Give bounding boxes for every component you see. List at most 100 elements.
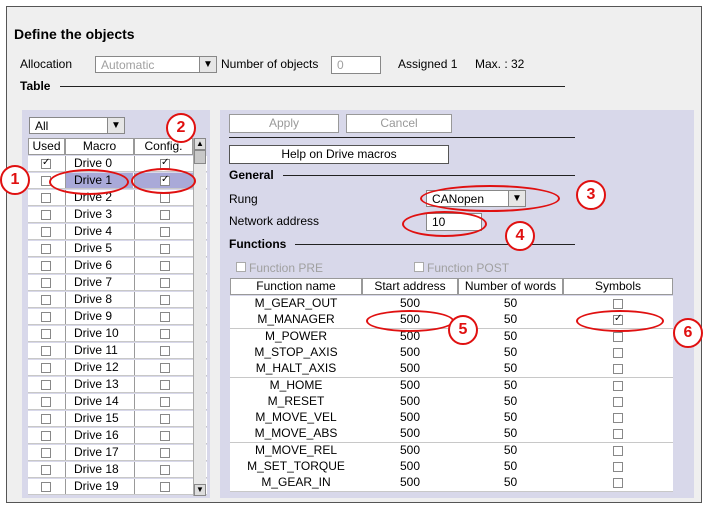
used-checkbox[interactable] (28, 462, 64, 477)
used-checkbox[interactable] (28, 275, 64, 290)
help-drive-macros-button[interactable]: Help on Drive macros (229, 145, 449, 164)
table-row[interactable]: Drive 18 (28, 462, 207, 478)
start-address[interactable]: 500 (362, 443, 458, 458)
table-row[interactable]: Drive 4 (28, 224, 207, 240)
macro-name: Drive 11 (65, 343, 133, 358)
table-row[interactable]: M_GEAR_IN 500 50 (230, 475, 673, 493)
start-address[interactable]: 500 (362, 296, 458, 311)
table-row[interactable]: Drive 14 (28, 394, 207, 410)
start-address[interactable]: 500 (362, 394, 458, 409)
num-objects-field[interactable]: 0 (331, 56, 381, 74)
symbols-checkbox[interactable] (563, 345, 673, 361)
annotation-oval (366, 310, 454, 332)
config-checkbox[interactable] (134, 479, 195, 494)
symbols-checkbox[interactable] (563, 378, 673, 394)
used-checkbox[interactable] (28, 258, 64, 273)
config-checkbox[interactable] (134, 241, 195, 256)
used-checkbox[interactable] (28, 224, 64, 239)
table-row[interactable]: M_MOVE_VEL 500 50 (230, 410, 673, 428)
symbols-checkbox[interactable] (563, 361, 673, 377)
config-checkbox[interactable] (134, 326, 195, 341)
table-row[interactable]: Drive 8 (28, 292, 207, 308)
macro-name: Drive 10 (65, 326, 133, 341)
used-checkbox[interactable] (28, 445, 64, 460)
symbols-checkbox[interactable] (563, 459, 673, 475)
start-address[interactable]: 500 (362, 475, 458, 490)
used-checkbox[interactable] (28, 343, 64, 358)
symbols-checkbox[interactable] (563, 475, 673, 491)
used-checkbox[interactable] (28, 190, 64, 205)
config-checkbox[interactable] (134, 462, 195, 477)
start-address[interactable]: 500 (362, 426, 458, 441)
config-checkbox[interactable] (134, 360, 195, 375)
apply-button[interactable]: Apply (229, 114, 339, 133)
table-row[interactable]: M_HOME 500 50 (230, 377, 673, 395)
function-pre-checkbox[interactable]: Function PRE (236, 259, 323, 275)
start-address[interactable]: 500 (362, 378, 458, 393)
used-checkbox[interactable] (28, 411, 64, 426)
scroll-up-icon[interactable]: ▲ (194, 138, 206, 150)
start-address[interactable]: 500 (362, 361, 458, 376)
symbols-checkbox[interactable] (563, 443, 673, 459)
config-checkbox[interactable] (134, 394, 195, 409)
scroll-down-icon[interactable]: ▼ (194, 484, 206, 496)
config-checkbox[interactable] (134, 224, 195, 239)
table-row[interactable]: M_STOP_AXIS 500 50 (230, 344, 673, 362)
start-address[interactable]: 500 (362, 410, 458, 425)
config-checkbox[interactable] (134, 275, 195, 290)
filter-select[interactable]: All ▼ (29, 117, 125, 134)
table-row[interactable]: Drive 15 (28, 411, 207, 427)
used-checkbox[interactable] (28, 207, 64, 222)
used-checkbox[interactable] (28, 394, 64, 409)
used-checkbox[interactable] (28, 292, 64, 307)
symbols-checkbox[interactable] (563, 394, 673, 410)
table-row[interactable]: Drive 16 (28, 428, 207, 444)
start-address[interactable]: 500 (362, 345, 458, 360)
table-row[interactable]: Drive 12 (28, 360, 207, 376)
table-row[interactable]: Drive 2 (28, 190, 207, 206)
table-row[interactable]: Drive 6 (28, 258, 207, 274)
config-checkbox[interactable] (134, 428, 195, 443)
table-row[interactable]: M_RESET 500 50 (230, 393, 673, 411)
table-row[interactable]: M_SET_TORQUE 500 50 (230, 459, 673, 476)
used-checkbox[interactable] (28, 377, 64, 392)
table-row[interactable]: Drive 13 (28, 377, 207, 393)
config-checkbox[interactable] (134, 411, 195, 426)
config-checkbox[interactable] (134, 292, 195, 307)
chevron-down-icon[interactable]: ▼ (199, 57, 216, 72)
used-checkbox[interactable] (28, 479, 64, 494)
config-checkbox[interactable] (134, 343, 195, 358)
table-row[interactable]: Drive 5 (28, 241, 207, 257)
used-checkbox[interactable] (28, 360, 64, 375)
config-checkbox[interactable] (134, 377, 195, 392)
header-symbols: Symbols (563, 278, 673, 295)
used-checkbox[interactable] (28, 428, 64, 443)
function-post-checkbox[interactable]: Function POST (414, 259, 509, 275)
start-address[interactable]: 500 (362, 459, 458, 474)
table-row[interactable]: Drive 11 (28, 343, 207, 359)
scroll-thumb[interactable] (194, 150, 206, 164)
table-row[interactable]: Drive 17 (28, 445, 207, 461)
table-row[interactable]: M_MOVE_REL 500 50 (230, 442, 673, 460)
config-checkbox[interactable] (134, 445, 195, 460)
allocation-select[interactable]: Automatic ▼ (95, 56, 217, 73)
table-row[interactable]: Drive 7 (28, 275, 207, 291)
table-row[interactable]: Drive 3 (28, 207, 207, 223)
config-checkbox[interactable] (134, 207, 195, 222)
used-checkbox[interactable] (28, 156, 64, 171)
table-row[interactable]: M_MOVE_ABS 500 50 (230, 426, 673, 444)
used-checkbox[interactable] (28, 241, 64, 256)
config-checkbox[interactable] (134, 258, 195, 273)
cancel-button[interactable]: Cancel (346, 114, 452, 133)
config-checkbox[interactable] (134, 309, 195, 324)
table-row[interactable]: Drive 19 (28, 479, 207, 495)
used-checkbox[interactable] (28, 326, 64, 341)
table-row[interactable]: Drive 9 (28, 309, 207, 325)
chevron-down-icon[interactable]: ▼ (107, 118, 124, 133)
symbols-checkbox[interactable] (563, 426, 673, 442)
table-row[interactable]: Drive 10 (28, 326, 207, 342)
symbols-checkbox[interactable] (563, 410, 673, 426)
table-row[interactable]: M_HALT_AXIS 500 50 (230, 361, 673, 379)
macro-scrollbar[interactable]: ▲ ▼ (193, 138, 206, 496)
used-checkbox[interactable] (28, 309, 64, 324)
